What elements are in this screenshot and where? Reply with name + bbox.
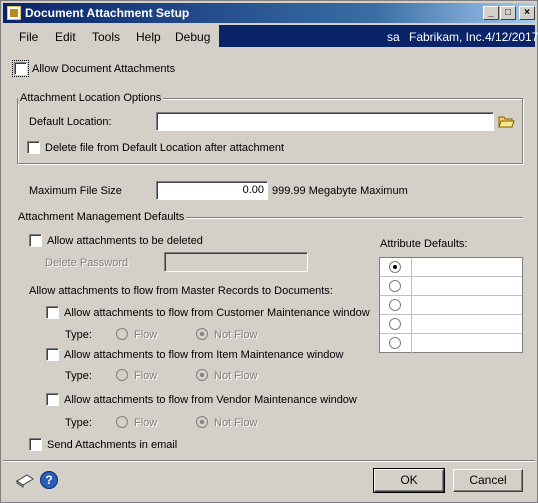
delete-file-checkbox[interactable] [27,141,40,154]
customer-flow-radio[interactable] [116,328,128,340]
cancel-button[interactable]: Cancel [453,469,523,492]
customer-flow-checkbox[interactable] [46,306,59,319]
menu-tools[interactable]: Tools [92,30,120,44]
allow-delete-label: Allow attachments to be deleted [47,235,203,247]
attribute-radio-2[interactable] [389,280,401,292]
attribute-radio-5[interactable] [389,337,401,349]
customer-flow-option: Flow [134,329,158,341]
delete-password-label: Delete Password [45,257,129,269]
item-type-label: Type: [65,370,92,382]
vendor-not-flow-option: Not Flow [214,417,258,429]
window-title: Document Attachment Setup [25,6,190,20]
default-location-label: Default Location: [29,116,112,128]
allow-document-attachments-label: Allow Document Attachments [32,63,176,75]
attribute-defaults-label: Attribute Defaults: [380,238,468,250]
item-flow-radio[interactable] [116,369,128,381]
management-defaults-title: Attachment Management Defaults [18,211,185,223]
item-not-flow-option: Not Flow [214,370,258,382]
max-file-size-hint: 999.99 Megabyte Maximum [272,185,408,197]
item-flow-option: Flow [134,370,158,382]
customer-not-flow-option: Not Flow [214,329,258,341]
customer-flow-label: Allow attachments to flow from Customer … [64,307,370,319]
attribute-row[interactable] [380,315,522,334]
flow-heading: Allow attachments to flow from Master Re… [29,285,333,297]
allow-document-attachments-checkbox[interactable] [12,60,29,77]
dialog-window: Document Attachment Setup _ □ × File Edi… [0,0,538,503]
management-divider [186,217,523,219]
minimize-button[interactable]: _ [483,6,499,20]
customer-type-label: Type: [65,329,92,341]
customer-not-flow-radio[interactable] [196,328,208,340]
menu-debug[interactable]: Debug [175,30,210,44]
title-bar[interactable]: Document Attachment Setup _ □ × [3,3,535,23]
company-info: sa Fabrikam, Inc. 4/12/2017 [219,25,538,47]
vendor-flow-label: Allow attachments to flow from Vendor Ma… [64,394,357,406]
item-flow-checkbox[interactable] [46,348,59,361]
item-not-flow-radio[interactable] [196,369,208,381]
attribute-row[interactable] [380,296,522,315]
send-email-label: Send Attachments in email [47,439,178,451]
company-name: Fabrikam, Inc. [409,30,486,44]
max-file-size-input[interactable]: 0.00 [156,181,268,200]
menu-bar: File Edit Tools Help Debug sa Fabrikam, … [3,25,538,47]
close-button[interactable]: × [519,6,535,20]
send-email-checkbox[interactable] [29,438,42,451]
bottom-divider [3,460,535,462]
location-options-title: Attachment Location Options [18,92,164,104]
note-icon[interactable] [15,471,35,489]
max-file-size-label: Maximum File Size [29,185,122,197]
ok-button[interactable]: OK [373,468,445,493]
delete-password-input[interactable] [164,252,308,272]
vendor-flow-checkbox[interactable] [46,393,59,406]
attribute-row[interactable] [380,334,522,353]
item-flow-label: Allow attachments to flow from Item Main… [64,349,344,361]
menu-help[interactable]: Help [136,30,161,44]
folder-icon[interactable] [496,113,516,130]
help-icon[interactable]: ? [40,471,58,489]
attribute-row[interactable] [380,277,522,296]
attribute-radio-4[interactable] [389,318,401,330]
allow-delete-checkbox[interactable] [29,234,42,247]
user-id: sa [387,30,400,44]
attribute-defaults-table [379,257,523,353]
vendor-type-label: Type: [65,417,92,429]
user-date: 4/12/2017 [485,30,538,44]
vendor-flow-radio[interactable] [116,416,128,428]
window-app-icon [7,6,21,20]
attribute-row[interactable] [380,258,522,277]
menu-file[interactable]: File [19,30,38,44]
attribute-radio-3[interactable] [389,299,401,311]
menu-edit[interactable]: Edit [55,30,76,44]
attribute-radio-1[interactable] [389,261,401,273]
vendor-not-flow-radio[interactable] [196,416,208,428]
vendor-flow-option: Flow [134,417,158,429]
default-location-input[interactable] [156,112,494,131]
maximize-button[interactable]: □ [500,6,516,20]
location-options-group [17,98,523,164]
delete-file-label: Delete file from Default Location after … [45,142,285,154]
